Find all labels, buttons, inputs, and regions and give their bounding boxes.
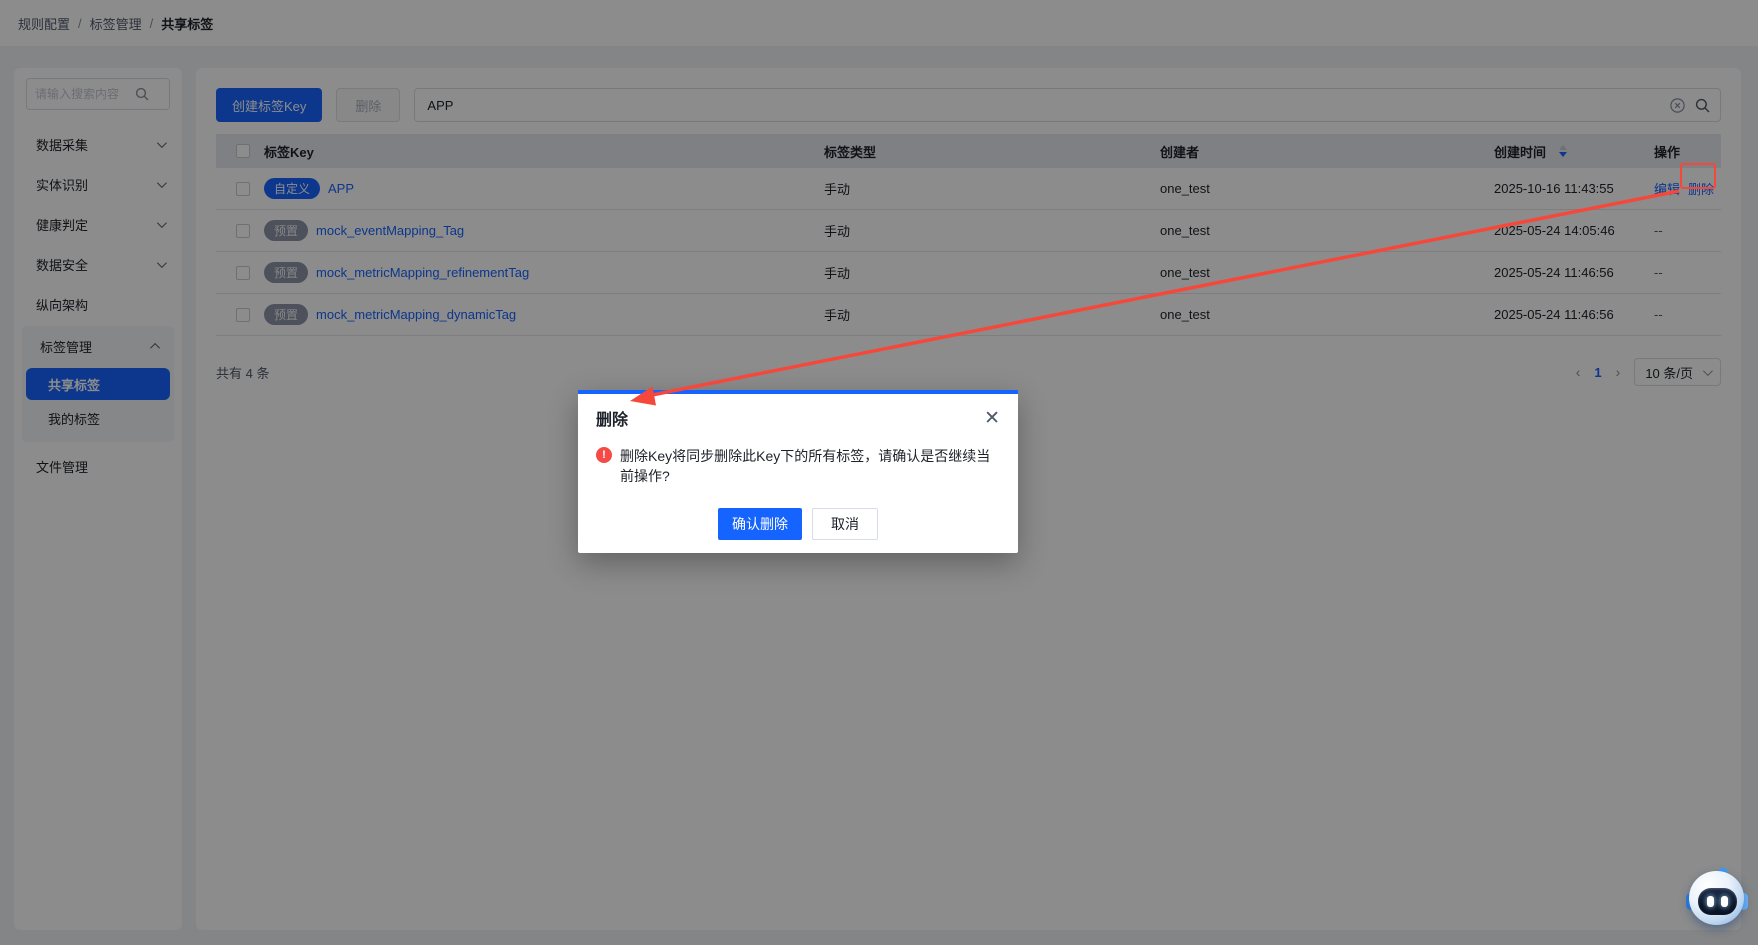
modal-message: 删除Key将同步删除此Key下的所有标签，请确认是否继续当前操作?: [620, 446, 1000, 486]
cancel-button[interactable]: 取消: [812, 508, 878, 540]
warning-icon: !: [596, 447, 612, 463]
close-icon[interactable]: ✕: [984, 409, 1000, 428]
robot-face: [1698, 888, 1737, 915]
assistant-robot-icon[interactable]: [1688, 869, 1746, 927]
modal-title: 删除: [596, 406, 628, 430]
robot-eye: [1707, 896, 1714, 907]
confirm-delete-button[interactable]: 确认删除: [718, 508, 802, 540]
robot-head: [1689, 871, 1744, 925]
robot-eye: [1721, 896, 1728, 907]
delete-confirm-modal: 删除 ✕ ! 删除Key将同步删除此Key下的所有标签，请确认是否继续当前操作?…: [578, 390, 1018, 553]
